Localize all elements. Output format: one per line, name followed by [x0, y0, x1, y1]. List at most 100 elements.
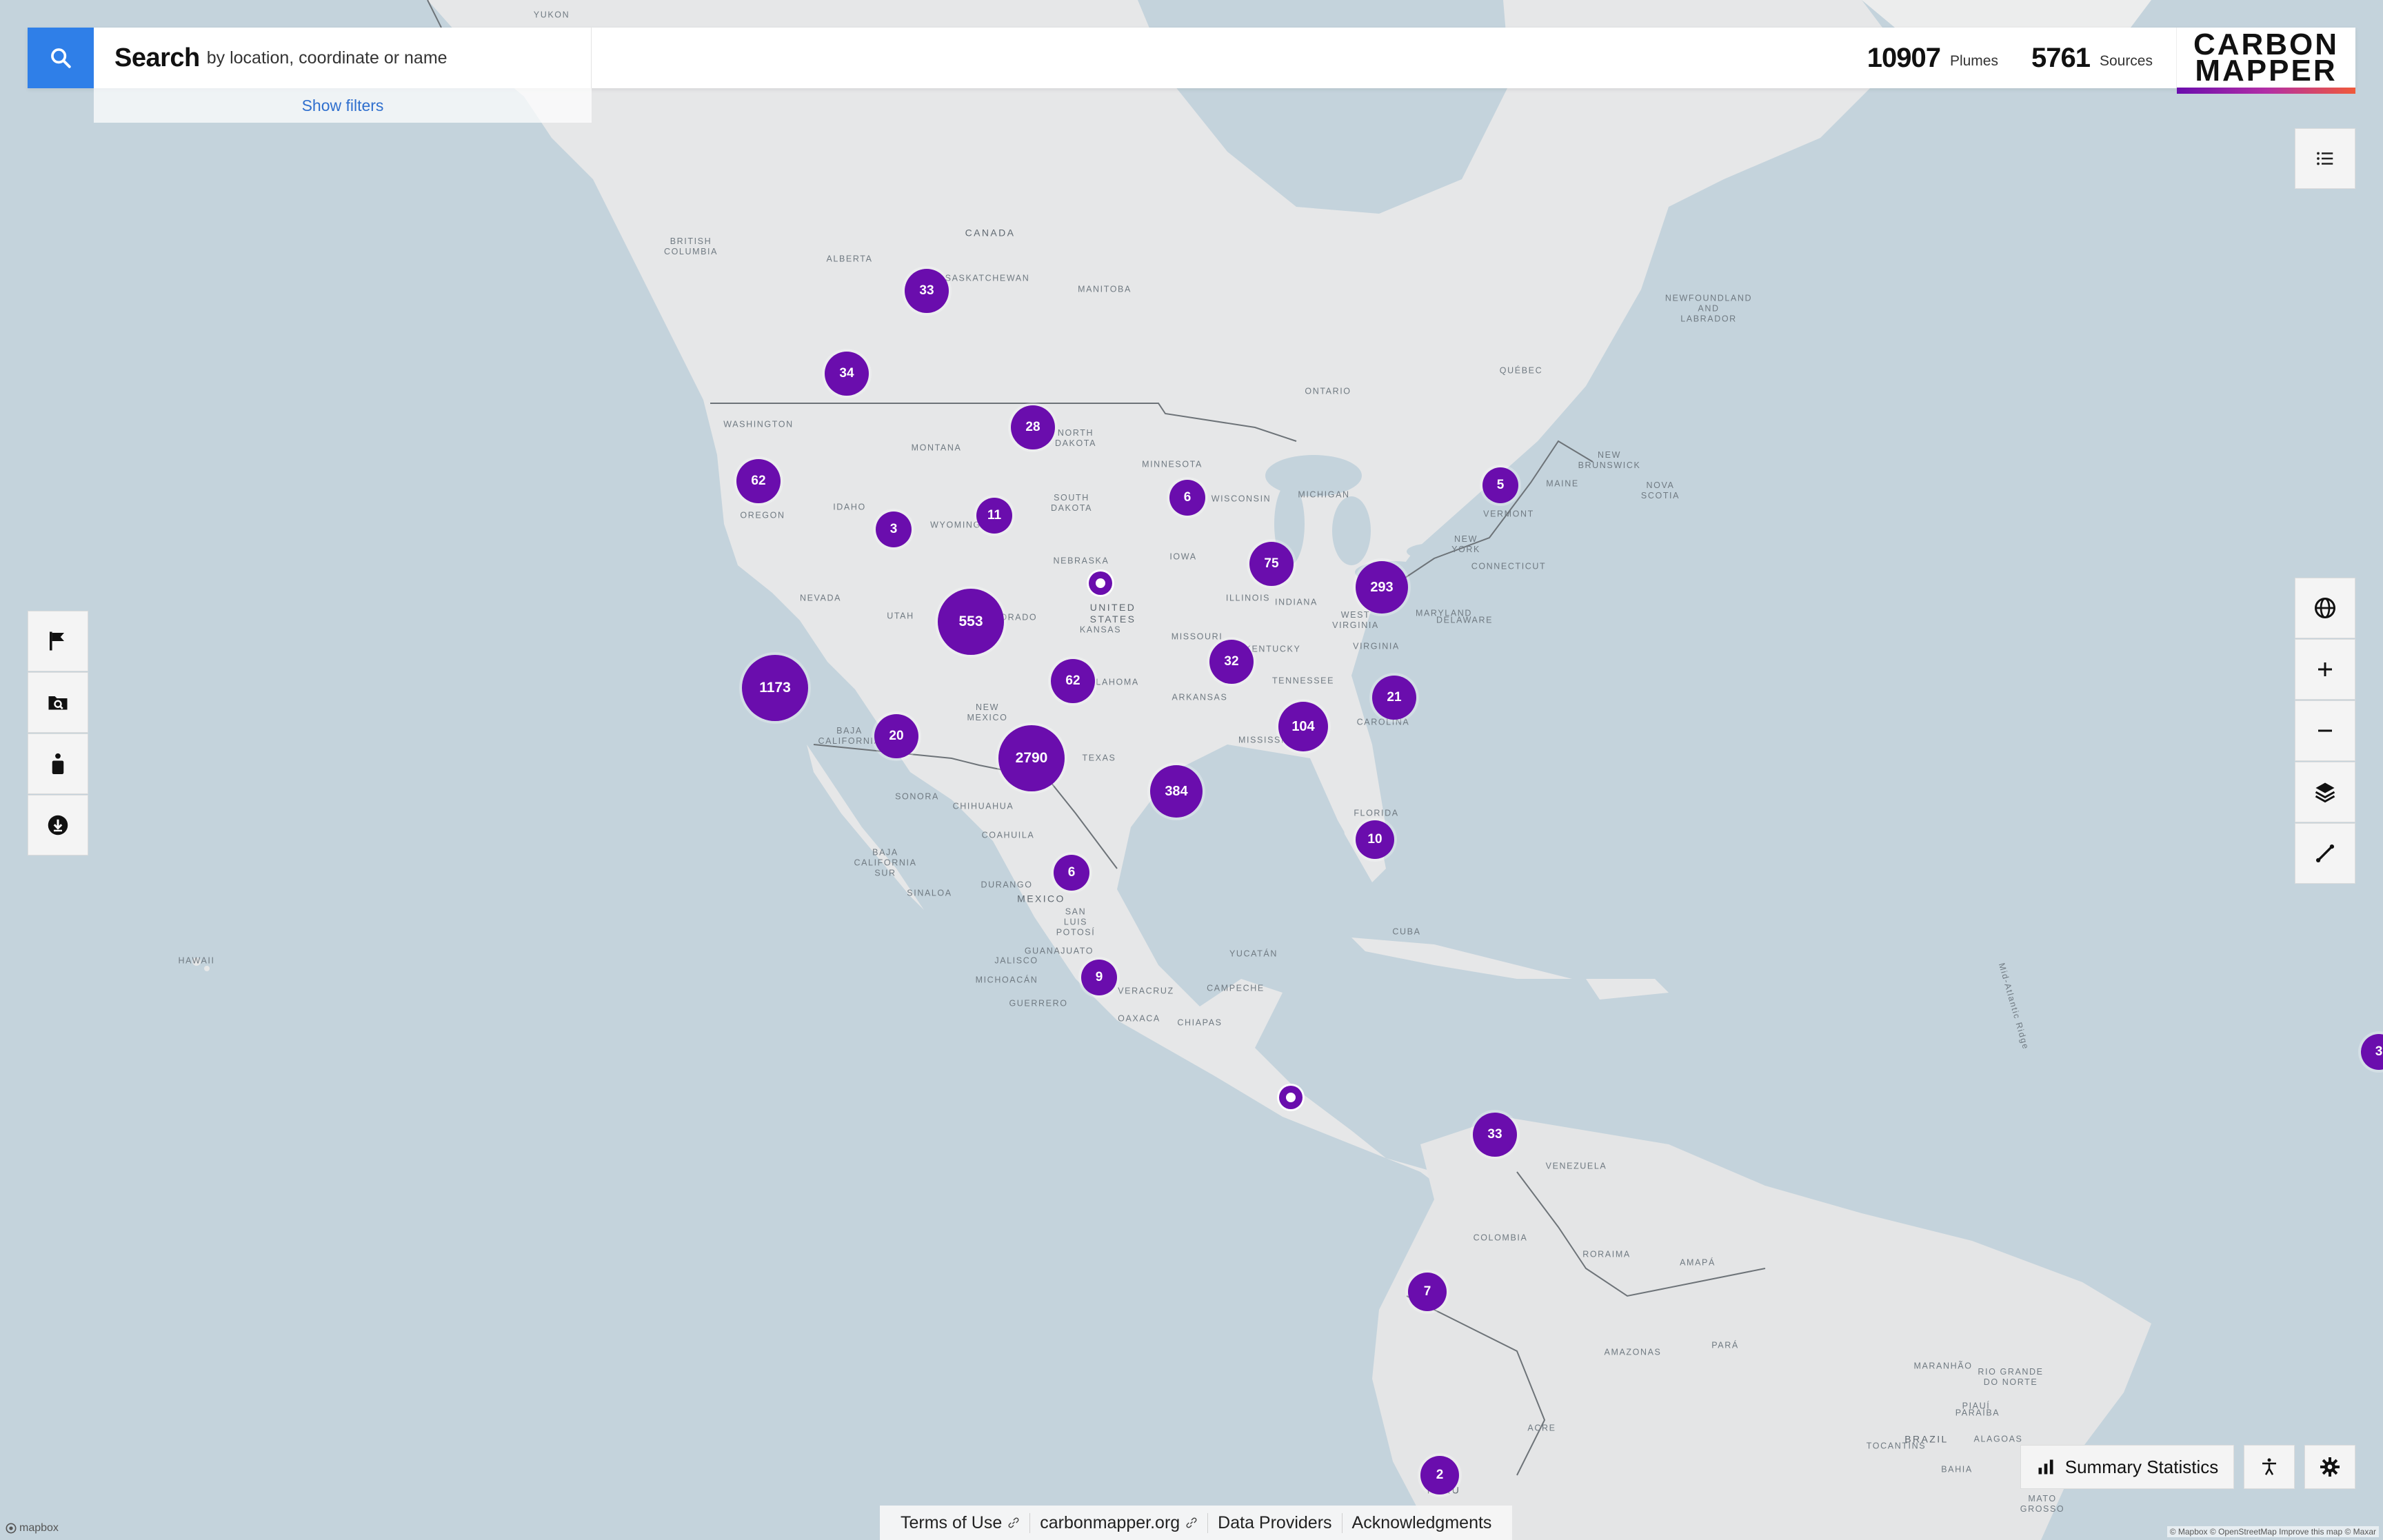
measure-button[interactable]: [2295, 823, 2355, 884]
carbonmapper-org-label: carbonmapper.org: [1040, 1512, 1180, 1532]
map-label: NEBRASKA: [1053, 556, 1109, 566]
plume-cluster[interactable]: 11: [976, 498, 1012, 534]
acknowledgments-link[interactable]: Acknowledgments: [1343, 1513, 1502, 1533]
summary-statistics-button[interactable]: Summary Statistics: [2020, 1445, 2234, 1489]
map-label: MISSOURI: [1171, 631, 1223, 642]
plume-cluster[interactable]: 9: [1081, 960, 1117, 995]
map-label: TENNESSEE: [1271, 676, 1335, 686]
single-source-pin[interactable]: [1089, 571, 1112, 595]
mapbox-logo[interactable]: mapbox: [6, 1522, 59, 1534]
map-label: VERMONT: [1483, 509, 1534, 519]
plume-cluster[interactable]: 293: [1356, 561, 1408, 614]
flag-button[interactable]: [28, 611, 88, 671]
plume-cluster[interactable]: 34: [825, 352, 869, 396]
download-icon: [48, 815, 68, 835]
map-label: OREGON: [740, 510, 785, 520]
data-providers-link[interactable]: Data Providers: [1208, 1512, 1343, 1533]
plume-cluster[interactable]: 20: [874, 714, 918, 758]
plume-cluster[interactable]: 2: [1420, 1456, 1459, 1495]
map-label: QUÉBEC: [1499, 365, 1543, 376]
plume-cluster[interactable]: 33: [1473, 1113, 1517, 1157]
layers-icon: [2315, 782, 2335, 803]
stats-summary: 10907 Plumes 5761 Sources: [1867, 28, 2176, 88]
plume-cluster[interactable]: 62: [736, 459, 781, 503]
map-label: PARAÍBA: [1955, 1408, 2000, 1418]
map-label: BAJA CALIFORNIA SUR: [854, 847, 917, 878]
map-label: NOVA SCOTIA: [1640, 480, 1680, 500]
globe-icon: [2315, 598, 2335, 618]
terms-of-use-label: Terms of Use: [901, 1512, 1003, 1532]
plume-cluster[interactable]: 32: [1209, 640, 1254, 684]
list-view-button[interactable]: [2295, 128, 2355, 189]
map-label: INDIANA: [1275, 597, 1318, 607]
download-button[interactable]: [28, 795, 88, 855]
map-label: WEST VIRGINIA: [1332, 610, 1379, 630]
filters-panel: Show filters: [94, 88, 592, 123]
plume-cluster[interactable]: 28: [1011, 405, 1055, 449]
plume-cluster[interactable]: 2790: [998, 725, 1065, 791]
terms-of-use-link[interactable]: Terms of Use: [891, 1512, 1031, 1533]
map-label: OAXACA: [1118, 1013, 1160, 1024]
settings-button[interactable]: [2304, 1445, 2355, 1489]
map-label: MATO GROSSO: [2020, 1494, 2065, 1514]
accessibility-icon: [2262, 1458, 2276, 1475]
plume-cluster[interactable]: 62: [1051, 659, 1095, 703]
map-label: KANSAS: [1079, 625, 1122, 635]
map-label: CHIAPAS: [1177, 1017, 1223, 1028]
single-source-pin[interactable]: [1279, 1086, 1303, 1109]
map-canvas[interactable]: CANADA ALBERTA SASKATCHEWAN MANITOBA BRITISH…: [0, 0, 2383, 1540]
zoom-in-icon: [2318, 662, 2332, 676]
person-button[interactable]: [28, 733, 88, 794]
plume-cluster[interactable]: 33: [905, 269, 949, 313]
plume-cluster[interactable]: 553: [938, 589, 1004, 655]
accessibility-button[interactable]: [2244, 1445, 2295, 1489]
plume-cluster[interactable]: 6: [1054, 855, 1089, 891]
map-label: DURANGO: [981, 880, 1033, 890]
measure-icon: [2315, 844, 2335, 863]
map-label: BAHIA: [1941, 1464, 1973, 1475]
carbon-mapper-logo[interactable]: CARBON MAPPER: [2176, 28, 2355, 94]
left-toolbar: [28, 611, 88, 856]
plumes-count: 10907: [1867, 42, 1941, 73]
plume-cluster[interactable]: 7: [1408, 1273, 1447, 1311]
search-input[interactable]: Search by location, coordinate or name: [94, 28, 592, 88]
map-label: NEW BRUNSWICK: [1578, 450, 1641, 470]
layers-button[interactable]: [2295, 762, 2355, 822]
plume-cluster[interactable]: 5: [1482, 467, 1518, 503]
plume-cluster[interactable]: 3: [876, 511, 912, 547]
zoom-in-button[interactable]: [2295, 639, 2355, 700]
external-link-icon: [1008, 1517, 1019, 1528]
map-label: RORAIMA: [1582, 1249, 1631, 1259]
show-filters-link[interactable]: Show filters: [302, 97, 384, 115]
carbonmapper-org-link[interactable]: carbonmapper.org: [1030, 1512, 1209, 1533]
map-label: WYOMING: [930, 520, 981, 530]
sources-count: 5761: [2031, 42, 2091, 73]
plume-cluster[interactable]: 75: [1249, 542, 1294, 586]
plume-cluster[interactable]: 104: [1278, 702, 1328, 751]
zoom-out-button[interactable]: [2295, 700, 2355, 761]
map-label: MANITOBA: [1078, 284, 1132, 294]
map-attribution[interactable]: © Mapbox © OpenStreetMap Improve this ma…: [2166, 1526, 2379, 1537]
plume-cluster[interactable]: 6: [1169, 480, 1205, 516]
map-label: IDAHO: [833, 502, 866, 512]
map-label: YUCATÁN: [1229, 949, 1278, 959]
map-label: YUKON: [533, 10, 570, 20]
map-label: MAINE: [1546, 478, 1579, 489]
map-label: COAHUILA: [981, 830, 1035, 840]
image-search-button[interactable]: [28, 672, 88, 733]
map-label: BRITISH COLUMBIA: [663, 236, 718, 256]
plume-cluster[interactable]: 384: [1150, 765, 1203, 818]
plume-cluster[interactable]: 21: [1372, 676, 1416, 720]
map-label: CAMPECHE: [1207, 983, 1265, 993]
map-label: NORTH DAKOTA: [1054, 428, 1097, 448]
search-button[interactable]: [28, 28, 94, 88]
plume-cluster[interactable]: 10: [1356, 820, 1394, 859]
acknowledgments-label: Acknowledgments: [1351, 1512, 1492, 1532]
globe-button[interactable]: [2295, 578, 2355, 638]
search-icon: [51, 48, 71, 68]
plume-cluster[interactable]: 1173: [742, 655, 808, 721]
map-label: CAROLINA: [1356, 717, 1410, 727]
mapbox-text: mapbox: [19, 1522, 59, 1534]
map-label: CONNECTICUT: [1471, 561, 1547, 571]
map-label: GUANAJUATO: [1024, 946, 1094, 956]
